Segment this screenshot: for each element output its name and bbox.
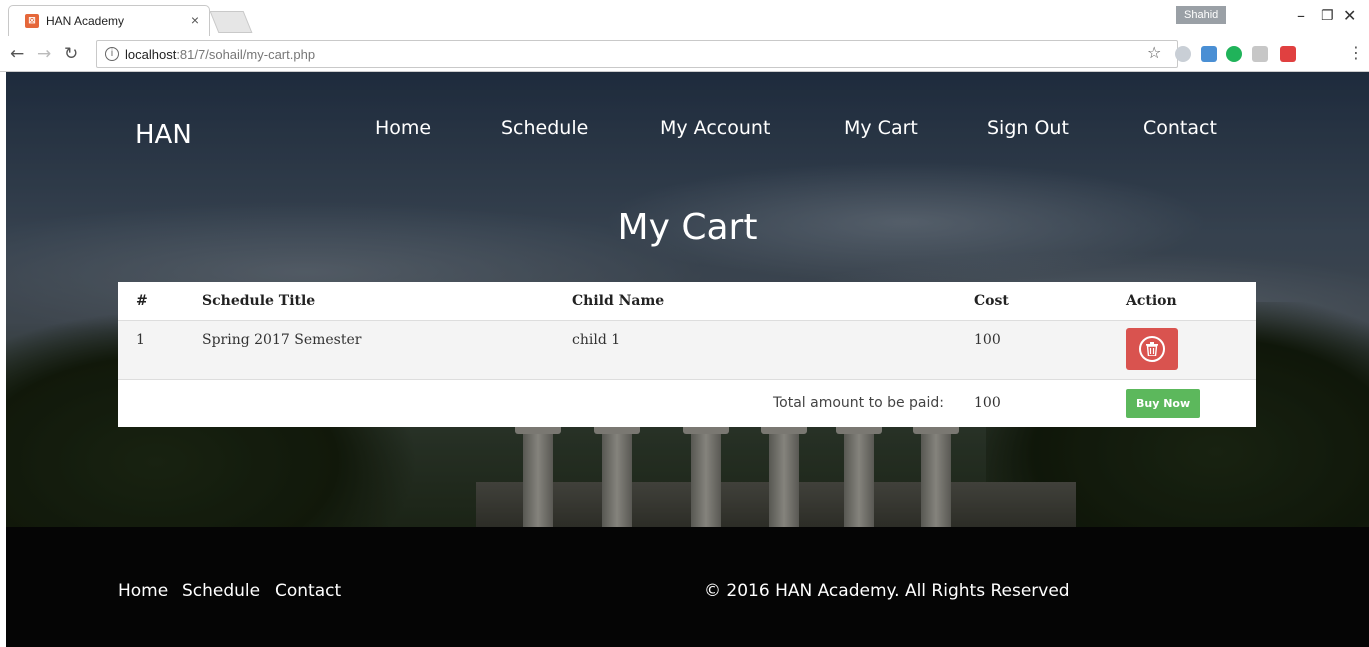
nav-contact[interactable]: Contact <box>1143 117 1217 139</box>
footer: Home Schedule Contact © 2016 HAN Academy… <box>6 527 1369 647</box>
header-child-name: Child Name <box>554 282 956 321</box>
profile-button[interactable]: Shahid <box>1176 6 1227 24</box>
eyedropper-extension-icon[interactable] <box>1280 46 1296 62</box>
nav-my-account[interactable]: My Account <box>660 117 770 139</box>
trash-icon <box>1139 335 1165 362</box>
browser-toolbar: ← → ↻ i localhost:81/7/sohail/my-cart.ph… <box>0 36 1369 72</box>
footer-link-schedule[interactable]: Schedule <box>182 581 260 601</box>
total-row: Total amount to be paid: 100 Buy Now <box>118 379 1256 427</box>
menu-icon[interactable]: ⋮ <box>1348 43 1364 62</box>
web-page: HAN Home Schedule My Account My Cart Sig… <box>6 72 1369 647</box>
restore-icon[interactable]: ❐ <box>1321 8 1334 24</box>
nav-schedule[interactable]: Schedule <box>501 117 588 139</box>
browser-tab-strip: ⊠ HAN Academy × Shahid – ❐ ✕ <box>0 0 1369 36</box>
cell-number: 1 <box>118 320 184 380</box>
header-number: # <box>118 282 184 321</box>
info-icon[interactable]: i <box>105 47 119 61</box>
table-row: 1 Spring 2017 Semester child 1 100 <box>118 320 1256 380</box>
nav-sign-out[interactable]: Sign Out <box>987 117 1069 139</box>
footer-link-contact[interactable]: Contact <box>275 581 341 601</box>
footer-link-home[interactable]: Home <box>118 581 168 601</box>
cart-table: # Schedule Title Child Name Cost Action … <box>118 282 1256 427</box>
tab-title: HAN Academy <box>46 14 125 28</box>
cell-buy: Buy Now <box>1108 379 1256 427</box>
browser-tab[interactable]: ⊠ HAN Academy × <box>8 5 210 36</box>
site-favicon-icon: ⊠ <box>25 14 39 28</box>
extension-c-icon[interactable] <box>1201 46 1217 62</box>
delete-button[interactable] <box>1126 327 1178 370</box>
minimize-icon[interactable]: – <box>1297 6 1305 25</box>
nav-my-cart[interactable]: My Cart <box>844 117 918 139</box>
tab-close-icon[interactable]: × <box>191 12 199 28</box>
address-bar[interactable]: i localhost:81/7/sohail/my-cart.php <box>96 40 1178 68</box>
header-action: Action <box>1108 282 1256 321</box>
page-title: My Cart <box>617 207 758 248</box>
cell-child-name: child 1 <box>554 320 956 380</box>
buy-now-button[interactable]: Buy Now <box>1126 388 1201 418</box>
table-header-row: # Schedule Title Child Name Cost Action <box>118 282 1256 321</box>
reload-icon[interactable]: ↻ <box>64 44 78 64</box>
url-path: :81/7/sohail/my-cart.php <box>176 46 316 62</box>
url-host: localhost <box>125 46 177 62</box>
header-schedule-title: Schedule Title <box>184 282 554 321</box>
cell-action <box>1108 320 1256 380</box>
header-cost: Cost <box>956 282 1108 321</box>
forward-icon[interactable]: → <box>37 44 51 64</box>
grammarly-icon[interactable] <box>1226 46 1242 62</box>
new-tab-button[interactable] <box>209 11 253 33</box>
cell-cost: 100 <box>956 320 1108 380</box>
bookmark-star-icon[interactable]: ☆ <box>1147 43 1161 62</box>
camera-extension-icon[interactable] <box>1252 46 1268 62</box>
cloud-extension-icon[interactable] <box>1175 46 1191 62</box>
back-icon[interactable]: ← <box>10 44 24 64</box>
copyright-text: © 2016 HAN Academy. All Rights Reserved <box>704 581 1070 601</box>
hero-background: HAN Home Schedule My Account My Cart Sig… <box>6 72 1369 527</box>
cell-schedule-title: Spring 2017 Semester <box>184 320 554 380</box>
nav-home[interactable]: Home <box>375 117 431 139</box>
total-value: 100 <box>974 395 1001 412</box>
close-window-icon[interactable]: ✕ <box>1343 6 1356 25</box>
site-logo[interactable]: HAN <box>135 120 192 150</box>
total-label: Total amount to be paid: <box>772 395 944 412</box>
